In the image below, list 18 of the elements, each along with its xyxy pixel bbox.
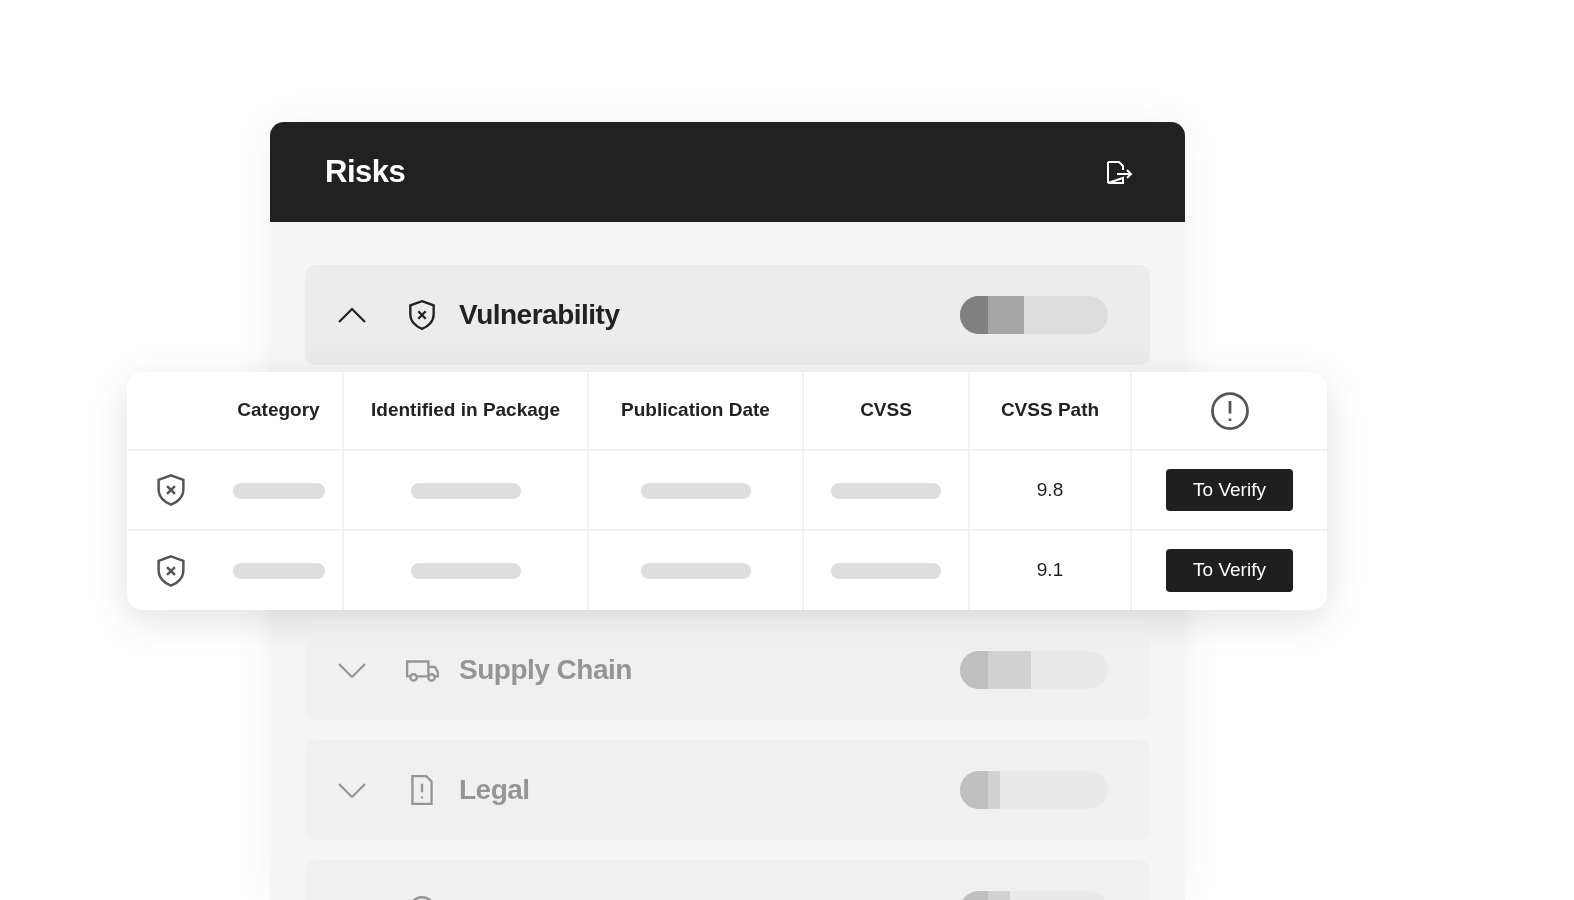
table-cell: 9.8	[1036, 478, 1064, 500]
panel-title: Risks	[325, 152, 406, 191]
section-title: Vulnerability	[459, 298, 620, 332]
column-header: Category	[237, 399, 320, 421]
section-title: Supply Chain	[459, 653, 632, 687]
column-header: Publication Date	[621, 399, 770, 421]
chevron-down-icon[interactable]	[337, 781, 367, 799]
section-title: Legal	[459, 773, 530, 807]
verify-button[interactable]: To Verify	[1166, 549, 1293, 592]
section-header[interactable]: Vulnerability	[305, 265, 1150, 365]
column-header: CVSS	[860, 399, 912, 421]
column-header: Identified in Package	[371, 399, 560, 421]
alert-icon	[1209, 390, 1250, 431]
chevron-down-icon[interactable]	[337, 661, 367, 679]
column-header: CVSS Path	[1000, 399, 1100, 421]
verify-button[interactable]: To Verify	[1166, 468, 1293, 512]
chevron-up-icon[interactable]	[337, 306, 367, 324]
table-cell: 9.1	[1036, 559, 1064, 581]
